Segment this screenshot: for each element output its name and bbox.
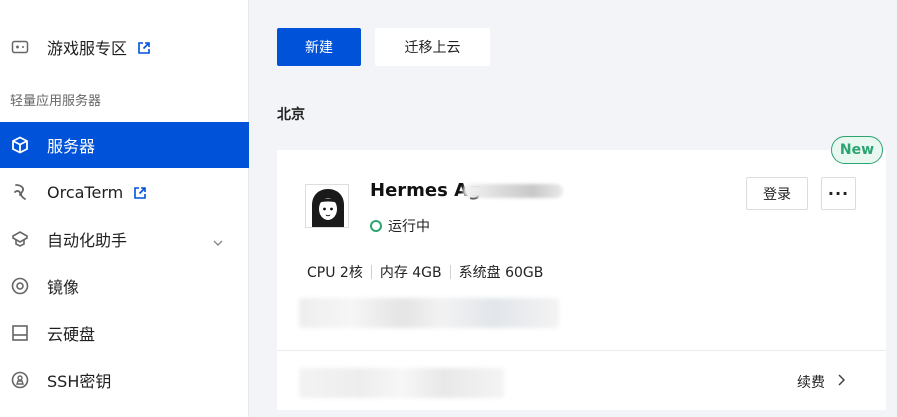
redacted-name-suffix — [463, 184, 563, 198]
sidebar-item-servers[interactable]: 服务器 — [0, 122, 249, 168]
login-button[interactable]: 登录 — [746, 177, 808, 210]
cube-icon — [10, 135, 30, 155]
main-content: 新建 迁移上云 北京 Hermes Ag 运行中 登录 ··· CPU 2核 内… — [250, 0, 897, 417]
sidebar-item-label: 自动化助手 — [47, 231, 128, 250]
automation-icon — [10, 229, 30, 249]
sidebar-item-label: 服务器 — [47, 137, 96, 156]
migrate-to-cloud-button[interactable]: 迁移上云 — [375, 28, 490, 66]
spec-memory: 内存 4GB — [379, 265, 442, 281]
sidebar-item-label: 云硬盘 — [47, 325, 96, 344]
region-title: 北京 — [277, 107, 305, 123]
spec-system-disk: 系统盘 60GB — [458, 265, 544, 281]
image-disc-icon — [10, 276, 30, 296]
spec-divider — [370, 265, 372, 279]
sidebar-item-label: SSH密钥 — [47, 372, 112, 391]
chevron-down-icon — [213, 232, 223, 251]
spec-divider — [449, 265, 451, 279]
sidebar-item-orcaterm[interactable]: OrcaTerm — [0, 169, 249, 215]
external-link-icon — [133, 185, 147, 199]
instance-avatar — [305, 184, 349, 228]
new-button[interactable]: 新建 — [277, 28, 361, 66]
disk-icon — [10, 323, 30, 343]
spec-cpu: CPU 2核 — [307, 265, 363, 281]
renew-label: 续费 — [797, 375, 825, 391]
instance-card[interactable]: Hermes Ag 运行中 登录 ··· CPU 2核 内存 4GB 系统盘 6… — [277, 150, 886, 410]
terminal-icon — [10, 182, 30, 202]
sidebar-item-label: 游戏服专区 — [47, 39, 128, 58]
sidebar-item-label: 镜像 — [47, 278, 80, 297]
sidebar-item-cloud-disk[interactable]: 云硬盘 — [0, 310, 249, 356]
key-icon — [10, 370, 30, 390]
sidebar: 游戏服专区 轻量应用服务器 服务器 OrcaTerm 自动化助手 镜像 云硬盘 … — [0, 0, 249, 417]
instance-status: 运行中 — [370, 216, 430, 236]
redacted-expiry-info — [299, 368, 504, 398]
renew-link[interactable]: 续费 — [797, 372, 846, 392]
external-link-icon — [137, 40, 151, 54]
sidebar-item-ssh-keys[interactable]: SSH密钥 — [0, 357, 249, 403]
redacted-ip-info — [299, 298, 559, 328]
sidebar-item-game-zone[interactable]: 游戏服专区 — [0, 24, 249, 70]
chevron-right-icon — [837, 374, 846, 390]
card-divider — [277, 350, 886, 351]
status-text: 运行中 — [388, 219, 430, 235]
more-actions-button[interactable]: ··· — [821, 177, 856, 210]
sidebar-item-images[interactable]: 镜像 — [0, 263, 249, 309]
gamepad-icon — [10, 37, 30, 57]
sidebar-item-automation[interactable]: 自动化助手 — [0, 216, 249, 262]
new-badge: New — [831, 136, 883, 164]
sidebar-section-heading: 轻量应用服务器 — [10, 94, 102, 109]
instance-specs: CPU 2核 内存 4GB 系统盘 60GB — [307, 262, 543, 282]
sidebar-item-label: OrcaTerm — [47, 182, 124, 202]
status-running-icon — [370, 220, 382, 232]
